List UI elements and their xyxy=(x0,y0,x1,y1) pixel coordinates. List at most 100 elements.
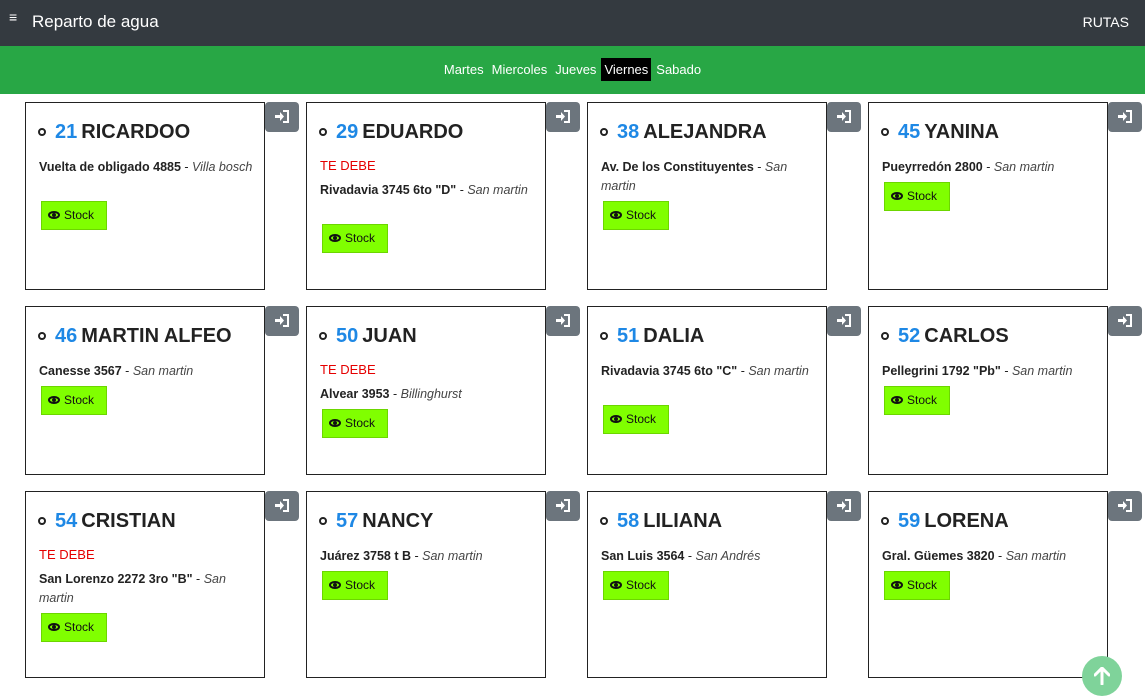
address-street: Av. De los Constituyentes xyxy=(601,160,754,174)
eye-icon xyxy=(48,211,60,219)
address-separator: - xyxy=(456,183,468,197)
client-heading: 52 CARLOS xyxy=(881,325,1009,348)
stock-button-label: Stock xyxy=(345,416,376,430)
enter-client-button[interactable] xyxy=(546,306,580,336)
stock-button[interactable]: Stock xyxy=(603,405,669,434)
address-separator: - xyxy=(180,160,193,174)
enter-client-button[interactable] xyxy=(265,491,299,521)
enter-client-button[interactable] xyxy=(1108,491,1142,521)
address-city: San martin xyxy=(422,549,483,563)
client-number[interactable]: 59 xyxy=(898,510,920,532)
address-separator: - xyxy=(982,160,994,174)
sign-in-icon xyxy=(556,314,570,327)
app-title[interactable]: Reparto de agua xyxy=(32,12,159,32)
address-separator: - xyxy=(121,364,133,378)
debt-label: TE DEBE xyxy=(39,547,95,562)
client-card: 51 DALIA Rivadavia 3745 6to "C" - San mart… xyxy=(587,306,827,475)
client-address: San Luis 3564 - San Andrés xyxy=(601,547,815,566)
client-number[interactable]: 38 xyxy=(617,121,639,143)
enter-client-button[interactable] xyxy=(265,102,299,132)
address-street: Pellegrini 1792 "Pb" xyxy=(882,364,1001,378)
tab-miercoles[interactable]: Miercoles xyxy=(489,58,551,81)
stock-button[interactable]: Stock xyxy=(603,201,669,230)
enter-client-button[interactable] xyxy=(1108,306,1142,336)
client-heading: 57 NANCY xyxy=(319,510,433,533)
sign-in-icon xyxy=(275,110,289,123)
client-name: ALEJANDRA xyxy=(643,121,767,143)
address-city: San martin xyxy=(1005,549,1067,563)
client-name: RICARDOO xyxy=(81,121,191,143)
client-number[interactable]: 57 xyxy=(336,510,358,532)
enter-client-button[interactable] xyxy=(1108,102,1142,132)
eye-icon xyxy=(329,234,341,242)
stock-button-label: Stock xyxy=(64,620,95,634)
stock-button[interactable]: Stock xyxy=(884,386,950,415)
enter-client-button[interactable] xyxy=(546,491,580,521)
tab-jueves[interactable]: Jueves xyxy=(552,58,599,81)
client-number[interactable]: 58 xyxy=(617,510,639,532)
address-separator: - xyxy=(737,364,749,378)
enter-client-button[interactable] xyxy=(827,491,861,521)
stock-button[interactable]: Stock xyxy=(884,182,950,211)
address-separator: - xyxy=(389,387,401,401)
enter-client-button[interactable] xyxy=(265,306,299,336)
client-number[interactable]: 51 xyxy=(617,325,639,347)
stock-button[interactable]: Stock xyxy=(322,571,388,600)
address-street: Pueyrredón 2800 xyxy=(882,160,983,174)
client-name: LORENA xyxy=(924,510,1009,532)
address-city: San martin xyxy=(132,364,194,378)
stock-button[interactable]: Stock xyxy=(41,386,107,415)
address-street: Rivadavia 3745 6to "D" xyxy=(320,183,457,197)
enter-client-button[interactable] xyxy=(546,102,580,132)
sign-in-icon xyxy=(556,499,570,512)
stock-button[interactable]: Stock xyxy=(322,224,388,253)
scroll-to-top-button[interactable] xyxy=(1082,656,1122,696)
client-number[interactable]: 50 xyxy=(336,325,358,347)
stock-button-label: Stock xyxy=(626,578,657,592)
client-number[interactable]: 54 xyxy=(55,510,77,532)
client-name: MARTIN ALFEO xyxy=(81,325,232,347)
enter-client-button[interactable] xyxy=(827,306,861,336)
client-address: Rivadavia 3745 6to "C" - San martin xyxy=(601,362,815,381)
day-selector-bar: Martes Miercoles Jueves Viernes Sabado xyxy=(0,46,1145,94)
stock-button-label: Stock xyxy=(907,393,938,407)
client-number[interactable]: 46 xyxy=(55,325,77,347)
tab-sabado[interactable]: Sabado xyxy=(653,58,704,81)
circle-bullet-icon xyxy=(600,517,608,525)
client-card: 46 MARTIN ALFEO Canesse 3567 - San martin S… xyxy=(25,306,265,475)
tab-viernes[interactable]: Viernes xyxy=(601,58,652,81)
client-card: 50 JUAN TE DEBE Alvear 3953 - Billinghurst S… xyxy=(306,306,546,475)
stock-button[interactable]: Stock xyxy=(41,201,107,230)
stock-button[interactable]: Stock xyxy=(884,571,950,600)
hamburger-icon[interactable]: ≡ xyxy=(9,10,17,24)
stock-button[interactable]: Stock xyxy=(603,571,669,600)
stock-button[interactable]: Stock xyxy=(41,613,107,642)
stock-button-label: Stock xyxy=(907,578,938,592)
rutas-link[interactable]: RUTAS xyxy=(1083,14,1129,30)
client-heading: 21 RICARDOO xyxy=(38,121,190,144)
eye-icon xyxy=(891,192,903,200)
client-address: Alvear 3953 - Billinghurst xyxy=(320,385,534,404)
tab-martes[interactable]: Martes xyxy=(441,58,487,81)
client-card: 21 RICARDOO Vuelta de obligado 4885 - Vill… xyxy=(25,102,265,290)
client-number[interactable]: 21 xyxy=(55,121,77,143)
debt-label: TE DEBE xyxy=(320,158,376,173)
client-address: Rivadavia 3745 6to "D" - San martin xyxy=(320,181,534,200)
sign-in-icon xyxy=(1118,110,1132,123)
sign-in-icon xyxy=(837,499,851,512)
client-heading: 29 EDUARDO xyxy=(319,121,463,144)
client-name: DALIA xyxy=(643,325,705,347)
client-heading: 46 MARTIN ALFEO xyxy=(38,325,232,348)
client-number[interactable]: 29 xyxy=(336,121,358,143)
stock-button-label: Stock xyxy=(626,412,657,426)
eye-icon xyxy=(610,211,622,219)
client-number[interactable]: 45 xyxy=(898,121,920,143)
stock-button-label: Stock xyxy=(345,578,376,592)
client-number[interactable]: 52 xyxy=(898,325,920,347)
address-separator: - xyxy=(753,160,765,174)
circle-bullet-icon xyxy=(881,332,889,340)
client-address: Av. De los Constituyentes - San martin xyxy=(601,158,815,196)
stock-button[interactable]: Stock xyxy=(322,409,388,438)
stock-button-label: Stock xyxy=(64,208,95,222)
enter-client-button[interactable] xyxy=(827,102,861,132)
